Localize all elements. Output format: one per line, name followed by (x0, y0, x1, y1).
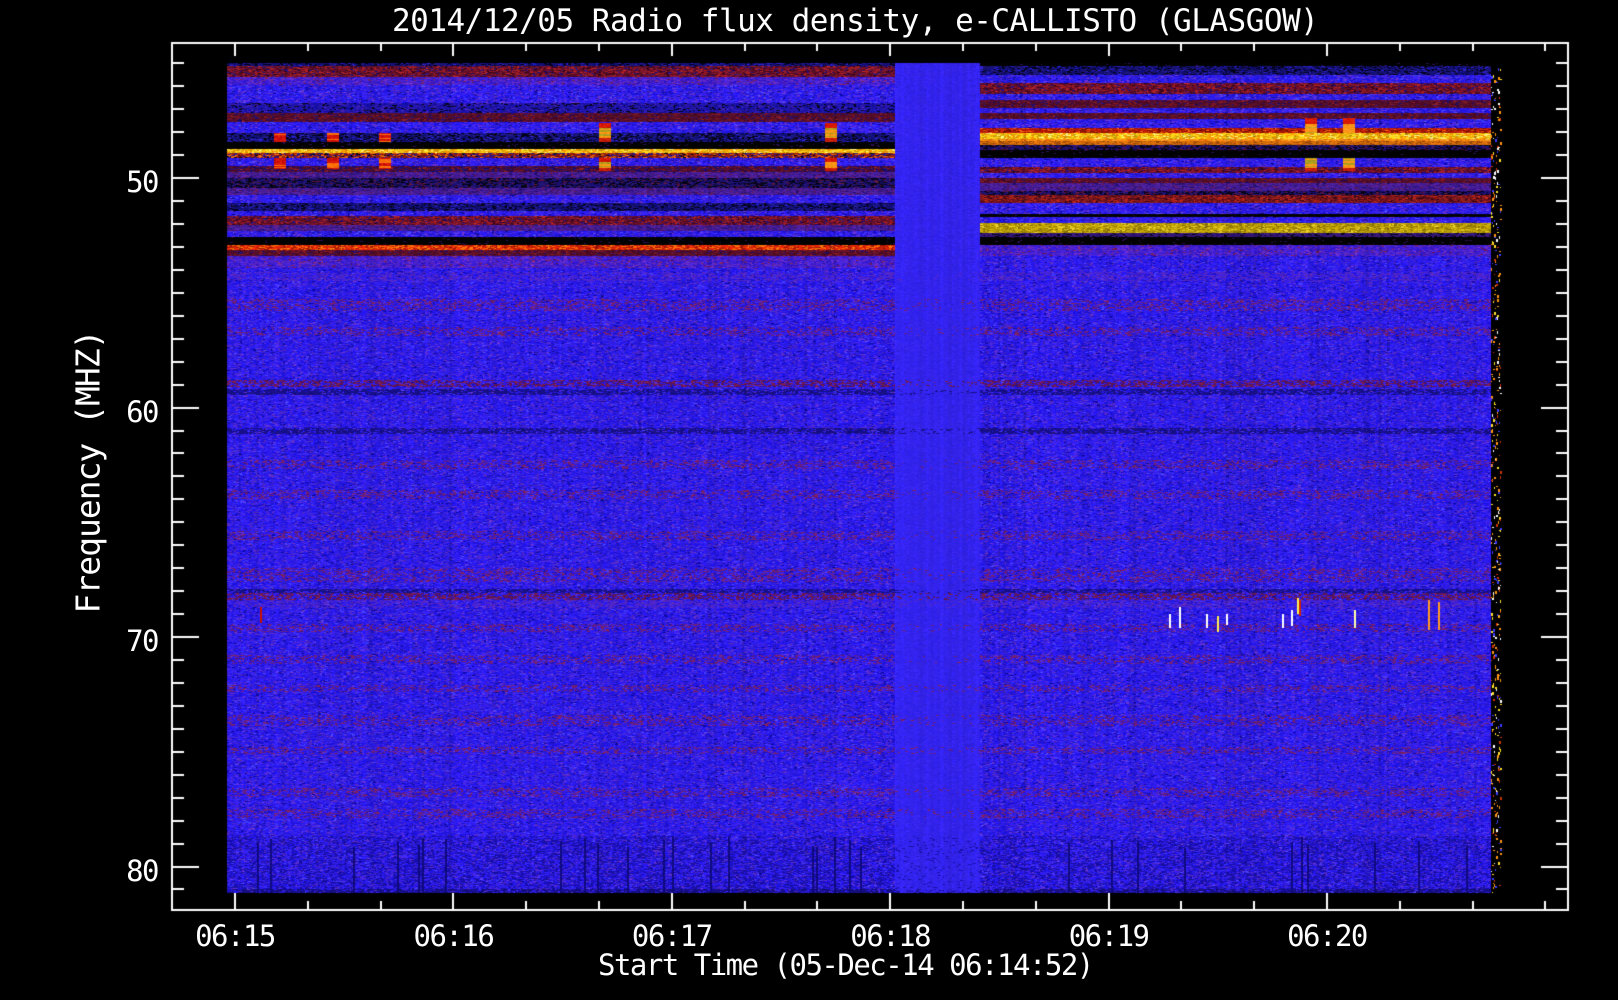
x-tick-label-0617: 06:17 (631, 919, 713, 953)
spectrogram-canvas (0, 0, 1618, 1000)
x-tick-label-0619: 06:19 (1068, 919, 1150, 953)
x-tick-label-0615: 06:15 (195, 919, 276, 953)
y-tick-label-50: 50 (126, 165, 159, 199)
y-tick-label-80: 80 (126, 853, 159, 888)
x-tick-label-0618: 06:18 (850, 919, 931, 953)
y-axis-label: Frequency (MHZ) (68, 330, 108, 614)
y-tick-label-70: 70 (126, 624, 159, 658)
chart-title: 2014/12/05 Radio flux density, e-CALLIST… (392, 3, 1319, 39)
x-axis-label: Start Time (05-Dec-14 06:14:52) (598, 948, 1094, 982)
x-tick-label-0616: 06:16 (413, 919, 494, 953)
x-tick-label-0620: 06:20 (1287, 919, 1368, 953)
spectrogram-page: 2014/12/05 Radio flux density, e-CALLIST… (0, 0, 1618, 1000)
y-tick-label-60: 60 (126, 394, 159, 429)
